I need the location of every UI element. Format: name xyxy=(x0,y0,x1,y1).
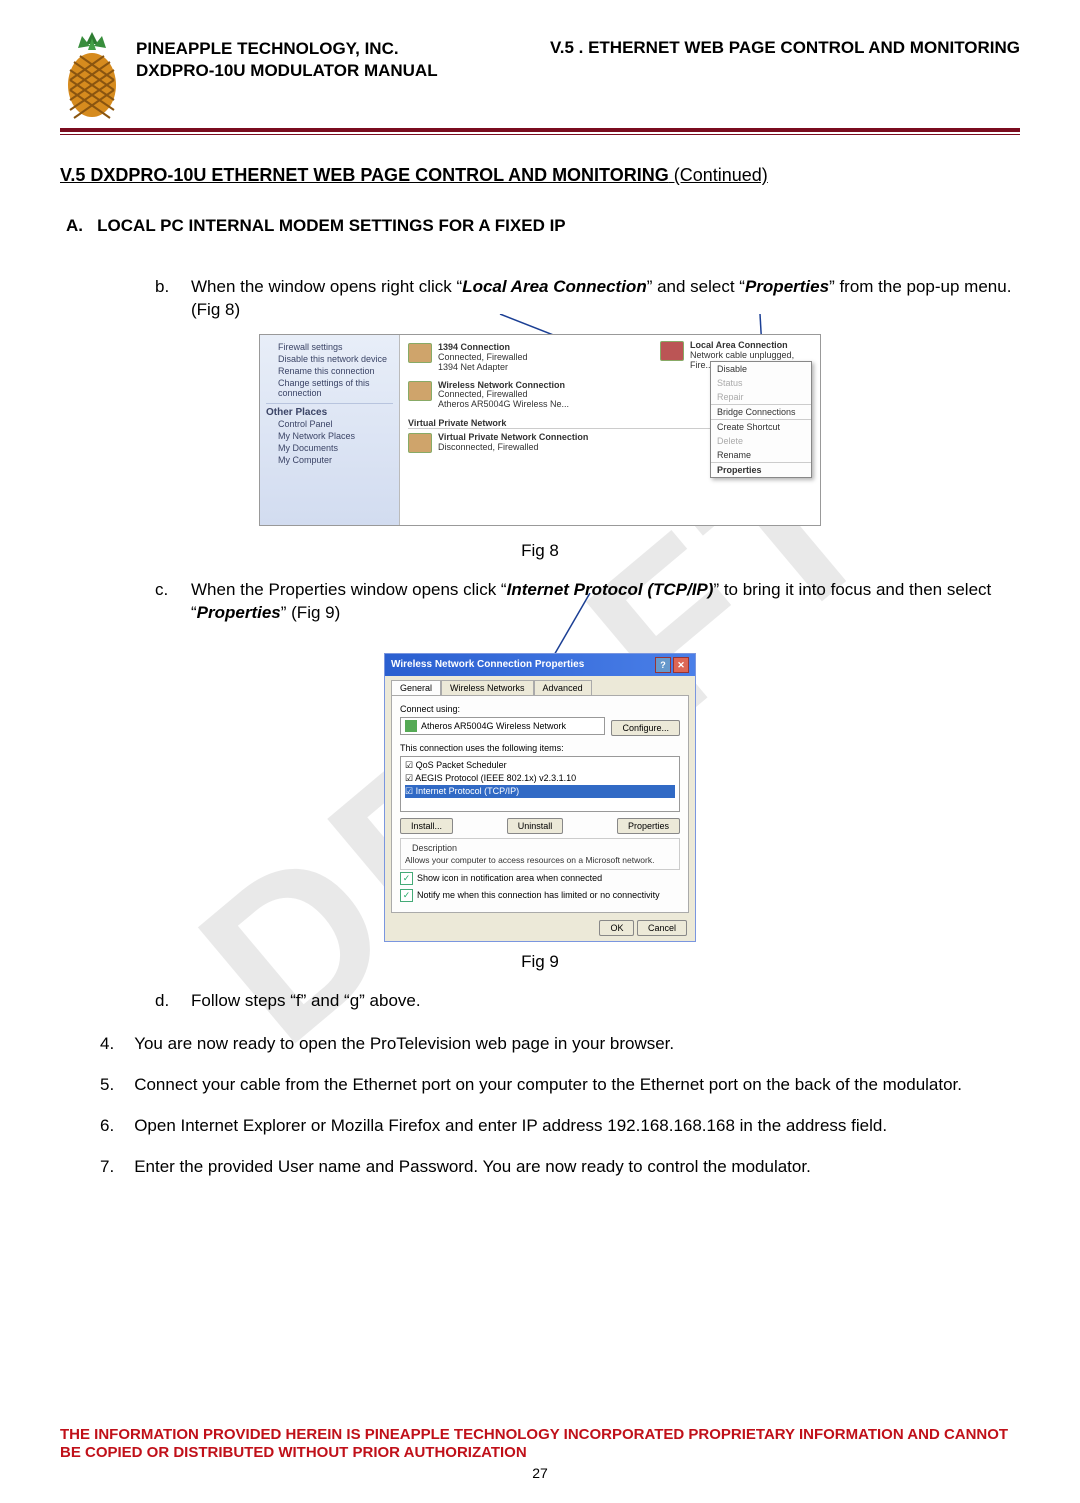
checkbox-show-icon[interactable]: ✓Show icon in notification area when con… xyxy=(400,870,680,887)
figure-8: Firewall settings Disable this network d… xyxy=(60,334,1020,561)
pineapple-logo-icon xyxy=(60,30,124,120)
dialog-titlebar: Wireless Network Connection Properties ?… xyxy=(385,654,695,676)
step-5: 5.Connect your cable from the Ethernet p… xyxy=(100,1074,1020,1097)
step-4: 4.You are now ready to open the ProTelev… xyxy=(100,1033,1020,1056)
step-b: b. When the window opens right click “Lo… xyxy=(155,276,1020,322)
protocol-list[interactable]: ☑ QoS Packet Scheduler ☑ AEGIS Protocol … xyxy=(400,756,680,812)
header-company: PINEAPPLE TECHNOLOGY, INC. xyxy=(136,38,438,60)
page-header: PINEAPPLE TECHNOLOGY, INC. DXDPRO-10U MO… xyxy=(60,30,1020,120)
page-title: V.5 DXDPRO-10U ETHERNET WEB PAGE CONTROL… xyxy=(60,165,1020,186)
fig8-caption: Fig 8 xyxy=(60,541,1020,561)
step-7: 7.Enter the provided User name and Passw… xyxy=(100,1156,1020,1179)
section-a-heading: A. LOCAL PC INTERNAL MODEM SETTINGS FOR … xyxy=(66,216,1020,236)
footer: THE INFORMATION PROVIDED HEREIN IS PINEA… xyxy=(60,1426,1020,1482)
connection-icon xyxy=(408,433,432,453)
fig9-caption: Fig 9 xyxy=(60,952,1020,972)
header-manual: DXDPRO-10U MODULATOR MANUAL xyxy=(136,60,438,82)
step-d: d. Follow steps “f” and “g” above. xyxy=(155,990,1020,1013)
uninstall-button[interactable]: Uninstall xyxy=(507,818,564,834)
page-number: 27 xyxy=(60,1465,1020,1481)
checkbox-notify[interactable]: ✓Notify me when this connection has limi… xyxy=(400,887,680,904)
step-6: 6.Open Internet Explorer or Mozilla Fire… xyxy=(100,1115,1020,1138)
header-section-ref: V.5 . ETHERNET WEB PAGE CONTROL AND MONI… xyxy=(550,38,1020,82)
connection-icon xyxy=(408,381,432,401)
close-icon[interactable]: ✕ xyxy=(673,657,689,673)
context-menu[interactable]: Disable Status Repair Bridge Connections… xyxy=(710,361,812,478)
properties-button[interactable]: Properties xyxy=(617,818,680,834)
install-button[interactable]: Install... xyxy=(400,818,453,834)
dialog-tabs[interactable]: GeneralWireless NetworksAdvanced xyxy=(385,676,695,695)
figure-9: Wireless Network Connection Properties ?… xyxy=(60,653,1020,972)
adapter-field: Atheros AR5004G Wireless Network xyxy=(400,717,605,735)
header-rule xyxy=(60,128,1020,135)
cancel-button[interactable]: Cancel xyxy=(637,920,687,936)
configure-button[interactable]: Configure... xyxy=(611,720,680,736)
step-c: c. When the Properties window opens clic… xyxy=(155,579,1020,625)
connection-icon xyxy=(408,343,432,363)
context-menu-properties[interactable]: Properties xyxy=(711,462,811,477)
ok-button[interactable]: OK xyxy=(599,920,634,936)
